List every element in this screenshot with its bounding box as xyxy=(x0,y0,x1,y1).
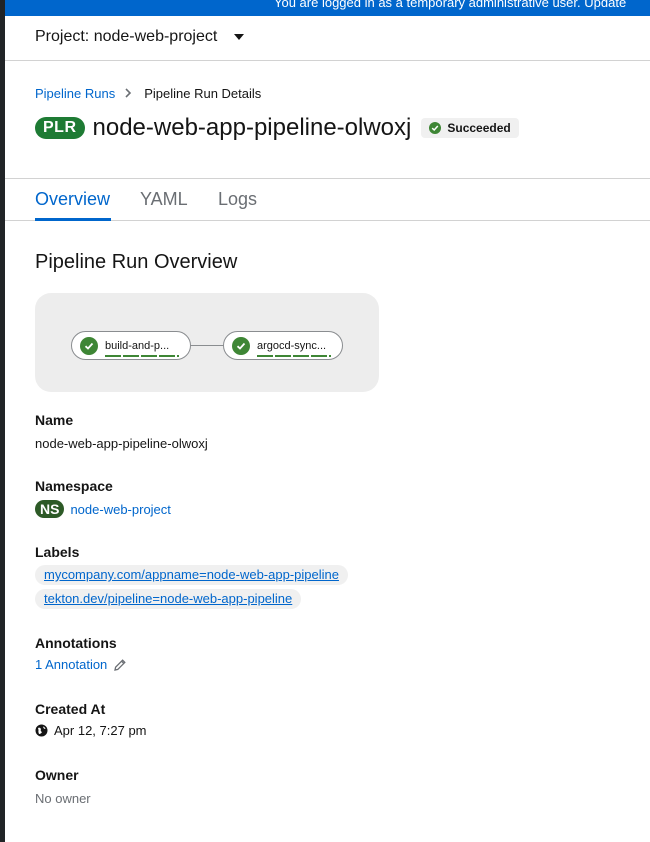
check-circle-icon xyxy=(232,336,250,355)
created-value: Apr 12, 7:27 pm xyxy=(54,723,147,738)
owner-value: No owner xyxy=(35,791,91,806)
globe-icon xyxy=(35,724,48,737)
project-label: Project: node-web-project xyxy=(35,28,218,45)
namespace-row: NS node-web-project xyxy=(35,500,171,518)
task-connector xyxy=(190,345,224,346)
resource-badge: PLR xyxy=(35,117,85,139)
pencil-icon[interactable] xyxy=(113,658,127,672)
status-badge: Succeeded xyxy=(421,118,519,138)
breadcrumb: Pipeline Runs Pipeline Run Details xyxy=(35,86,261,101)
caret-down-icon xyxy=(234,34,245,40)
check-circle-icon xyxy=(80,336,98,355)
label-chip[interactable]: mycompany.com/appname=node-web-app-pipel… xyxy=(35,565,348,585)
task-progress-bar xyxy=(105,354,179,357)
project-bar: Project: node-web-project xyxy=(5,16,650,61)
active-tab-indicator xyxy=(35,218,111,221)
created-label: Created At xyxy=(35,701,106,717)
name-value: node-web-app-pipeline-olwoxj xyxy=(35,436,208,451)
breadcrumb-current: Pipeline Run Details xyxy=(144,86,262,101)
breadcrumb-pipeline-runs-link[interactable]: Pipeline Runs xyxy=(35,86,115,101)
name-label: Name xyxy=(35,412,74,428)
page-title: node-web-app-pipeline-olwoxj xyxy=(92,114,412,141)
left-nav-edge xyxy=(0,0,5,842)
chevron-right-icon xyxy=(125,87,132,101)
section-title: Pipeline Run Overview xyxy=(35,251,238,273)
pipeline-graph: build-and-p... argocd-sync... xyxy=(35,293,379,392)
created-row: Apr 12, 7:27 pm xyxy=(35,723,147,738)
annotations-label: Annotations xyxy=(35,635,117,651)
task-node-build[interactable]: build-and-p... xyxy=(71,331,191,360)
tab-overview[interactable]: Overview xyxy=(35,189,110,210)
check-circle-icon xyxy=(429,122,442,134)
annotations-link[interactable]: 1 Annotation xyxy=(35,657,107,672)
label-chip[interactable]: tekton.dev/pipeline=node-web-app-pipelin… xyxy=(35,589,302,609)
namespace-label: Namespace xyxy=(35,478,113,494)
annotations-row: 1 Annotation xyxy=(35,657,127,672)
task-progress-bar xyxy=(257,354,331,357)
namespace-link[interactable]: node-web-project xyxy=(70,502,170,517)
page-header: PLR node-web-app-pipeline-olwoxj Succeed… xyxy=(35,114,519,142)
status-text: Succeeded xyxy=(447,121,511,135)
tab-bar: Overview YAML Logs xyxy=(5,178,650,221)
tab-yaml[interactable]: YAML xyxy=(140,189,188,210)
task-label: argocd-sync... xyxy=(257,340,331,357)
admin-banner: You are logged in as a temporary adminis… xyxy=(5,0,650,16)
tab-logs[interactable]: Logs xyxy=(218,189,257,210)
labels-label: Labels xyxy=(35,544,80,560)
project-switcher[interactable]: Project: node-web-project xyxy=(35,28,245,46)
task-label: build-and-p... xyxy=(105,340,179,357)
admin-banner-text: You are logged in as a temporary adminis… xyxy=(274,0,627,10)
namespace-badge: NS xyxy=(35,500,65,518)
owner-label: Owner xyxy=(35,767,79,783)
task-node-argocd-sync[interactable]: argocd-sync... xyxy=(223,331,343,360)
